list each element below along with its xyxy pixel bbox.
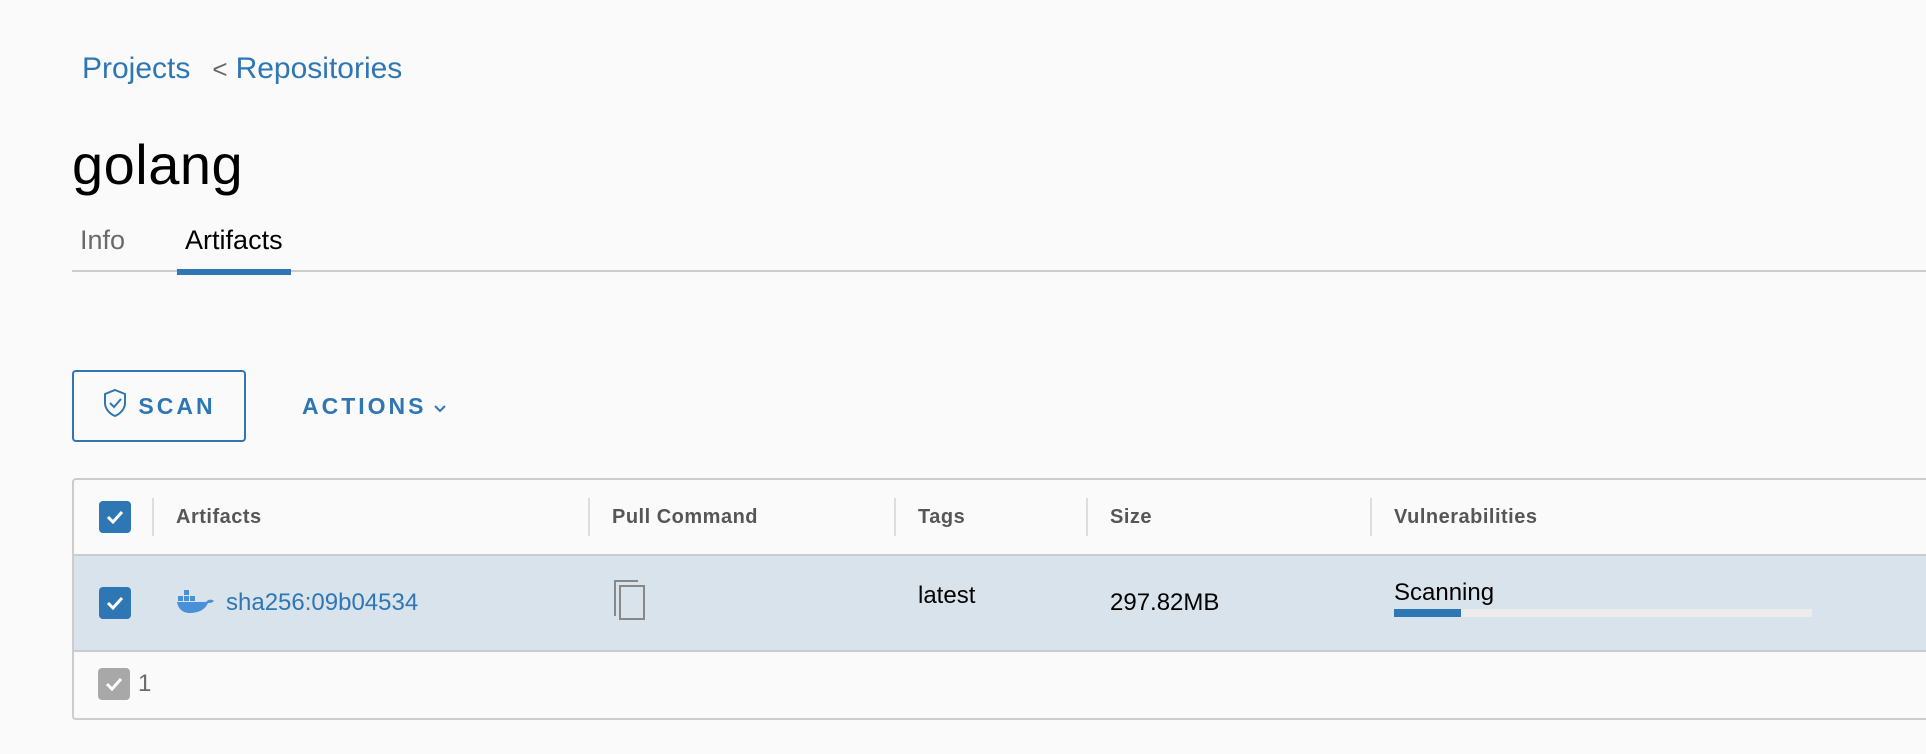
scan-progress-fill [1394, 609, 1461, 617]
artifact-link[interactable]: sha256:09b04534 [176, 586, 418, 621]
column-header-pull-command[interactable]: Pull Command [588, 480, 894, 554]
vulnerabilities-cell: Scanning [1370, 556, 1926, 650]
tab-bar: Info Artifacts [72, 222, 1926, 275]
pull-command-cell [588, 556, 894, 650]
column-header-size[interactable]: Size [1086, 480, 1370, 554]
column-header-artifacts[interactable]: Artifacts [152, 480, 588, 554]
tab-artifacts[interactable]: Artifacts [177, 222, 291, 275]
breadcrumb: Projects < Repositories [82, 52, 402, 86]
table-header: Artifacts Pull Command Tags Size Vulnera… [74, 480, 1926, 556]
row-checkbox[interactable] [99, 587, 131, 619]
breadcrumb-repositories-link[interactable]: Repositories [236, 52, 403, 86]
scan-button[interactable]: SCAN [72, 370, 246, 442]
copy-icon[interactable] [612, 578, 648, 629]
artifact-cell: sha256:09b04534 [152, 556, 588, 650]
select-all-checkbox[interactable] [99, 501, 131, 533]
shield-check-icon [102, 388, 128, 424]
footer-selected-checkbox-icon [98, 668, 130, 700]
artifact-digest: sha256:09b04534 [226, 589, 419, 616]
scan-button-label: SCAN [138, 392, 216, 419]
scan-status-label: Scanning [1394, 579, 1495, 606]
column-header-tags[interactable]: Tags [894, 480, 1086, 554]
chevron-down-icon [433, 393, 447, 420]
tag-value: latest [918, 582, 976, 609]
table-row[interactable]: sha256:09b04534 latest 297.82MB Scanning [74, 556, 1926, 652]
toolbar: SCAN ACTIONS [72, 370, 453, 442]
scan-status: Scanning [1394, 579, 1812, 617]
breadcrumb-separator: < [212, 53, 228, 84]
artifacts-datagrid: Artifacts Pull Command Tags Size Vulnera… [72, 478, 1926, 720]
table-footer: 1 [74, 652, 1926, 716]
row-select-cell [74, 556, 152, 650]
size-value: 297.82MB [1110, 589, 1220, 616]
docker-icon [176, 586, 216, 621]
scan-progress-bar [1394, 609, 1812, 617]
tab-info[interactable]: Info [72, 222, 133, 272]
actions-button-label: ACTIONS [302, 392, 427, 419]
breadcrumb-projects-link[interactable]: Projects [82, 52, 190, 86]
size-cell: 297.82MB [1086, 556, 1370, 650]
actions-dropdown-button[interactable]: ACTIONS [296, 370, 453, 442]
selected-count: 1 [138, 670, 152, 697]
tags-cell: latest [894, 556, 1086, 650]
page-title: golang [72, 133, 244, 196]
select-all-cell [74, 480, 152, 554]
column-header-vulnerabilities[interactable]: Vulnerabilities [1370, 480, 1926, 554]
